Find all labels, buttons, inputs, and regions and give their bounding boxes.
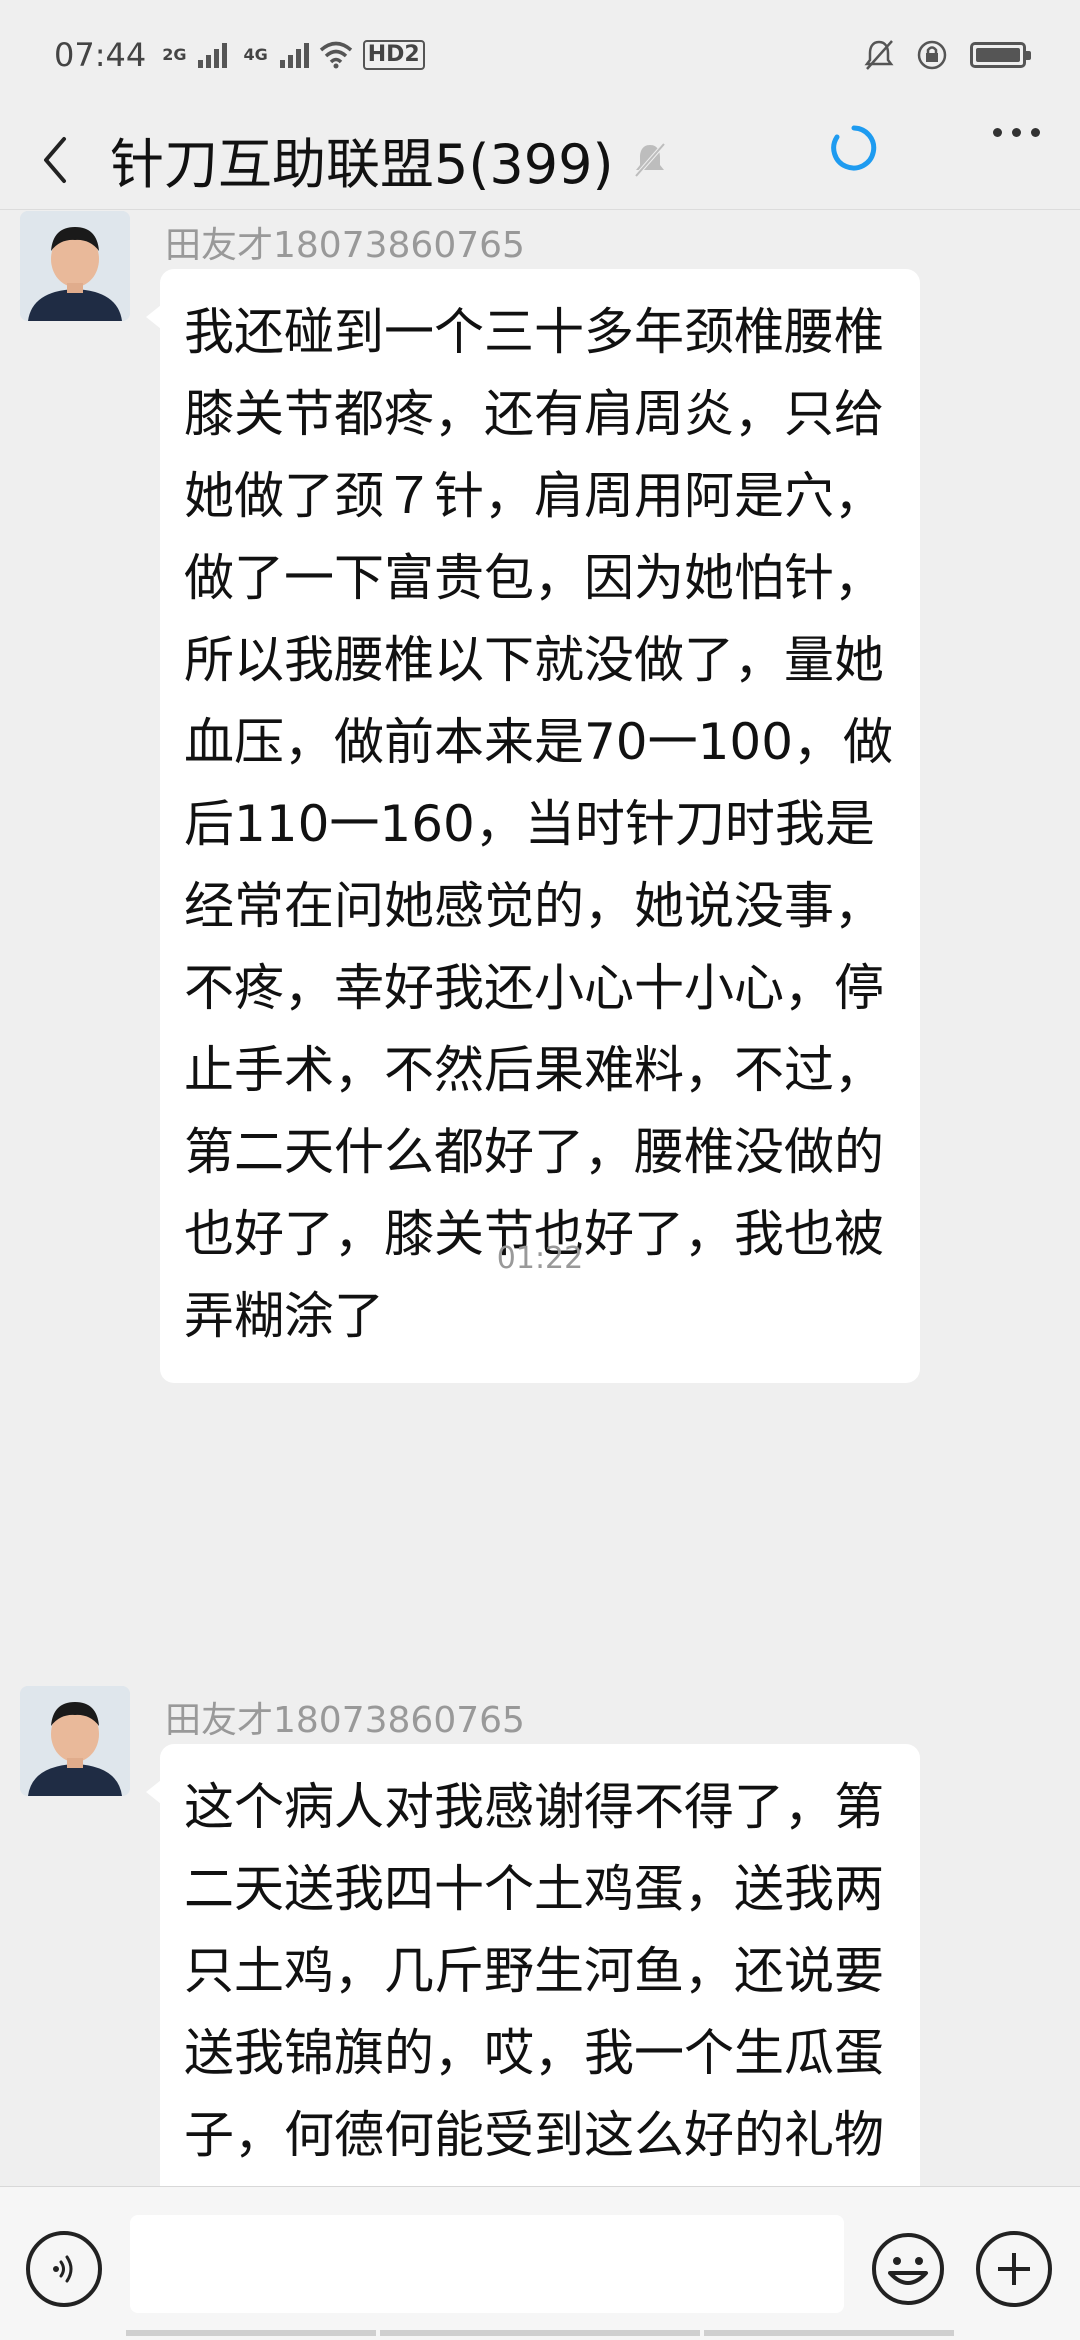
avatar[interactable] [20, 211, 130, 321]
message-bubble[interactable]: 我还碰到一个三十多年颈椎腰椎膝关节都疼，还有肩周炎，只给她做了颈７针，肩周用阿是… [146, 269, 920, 1383]
sender-name: 田友才18073860765 [165, 225, 525, 266]
input-bar [0, 2186, 1080, 2340]
signal-icon-2 [279, 42, 309, 68]
bell-muted-icon [864, 40, 894, 70]
voice-button[interactable] [26, 2231, 102, 2307]
battery-icon [970, 42, 1031, 68]
emoji-icon [872, 2233, 944, 2305]
add-button[interactable] [976, 2231, 1052, 2307]
more-icon[interactable] [993, 128, 1040, 137]
lock-rotation-icon [917, 40, 947, 70]
status-bar: 07:44 2G 4G HD2 [0, 0, 1080, 110]
emoji-button[interactable] [870, 2231, 946, 2307]
nav-hint-left [126, 2330, 376, 2336]
signal-icon-1 [198, 42, 228, 68]
time-divider: 01:22 [496, 1241, 584, 1276]
voice-icon [53, 2255, 73, 2283]
status-time: 07:44 [54, 36, 147, 74]
add-icon [998, 2253, 1030, 2285]
wifi-icon [319, 41, 352, 69]
network-2g-label: 2G [162, 45, 187, 64]
sender-name: 田友才18073860765 [165, 1700, 525, 1741]
status-right [864, 39, 1031, 71]
message-input[interactable] [130, 2215, 844, 2313]
title-bar: 针刀互助联盟5(399) [0, 110, 1080, 210]
back-icon[interactable] [10, 110, 100, 210]
message-bubble[interactable]: 这个病人对我感谢得不得了，第二天送我四十个土鸡蛋，送我两只土鸡，几斤野生河鱼，还… [146, 1744, 920, 2186]
mute-icon [632, 140, 672, 180]
network-4g-label: 4G [243, 45, 268, 64]
status-left: 07:44 2G 4G HD2 [54, 36, 425, 74]
chat-title: 针刀互助联盟5(399) [110, 133, 614, 196]
hd-icon: HD2 [362, 40, 425, 70]
avatar[interactable] [20, 1686, 130, 1796]
nav-hint-right [704, 2330, 954, 2336]
loading-icon [831, 125, 877, 171]
chat-area[interactable]: 田友才18073860765 我还碰到一个三十多年颈椎腰椎膝关节都疼，还有肩周炎… [0, 211, 1080, 2186]
chat-screen: 07:44 2G 4G HD2 针刀互助联盟5(399) 田友才18073860… [0, 0, 1080, 2340]
nav-hint-middle [380, 2330, 700, 2336]
